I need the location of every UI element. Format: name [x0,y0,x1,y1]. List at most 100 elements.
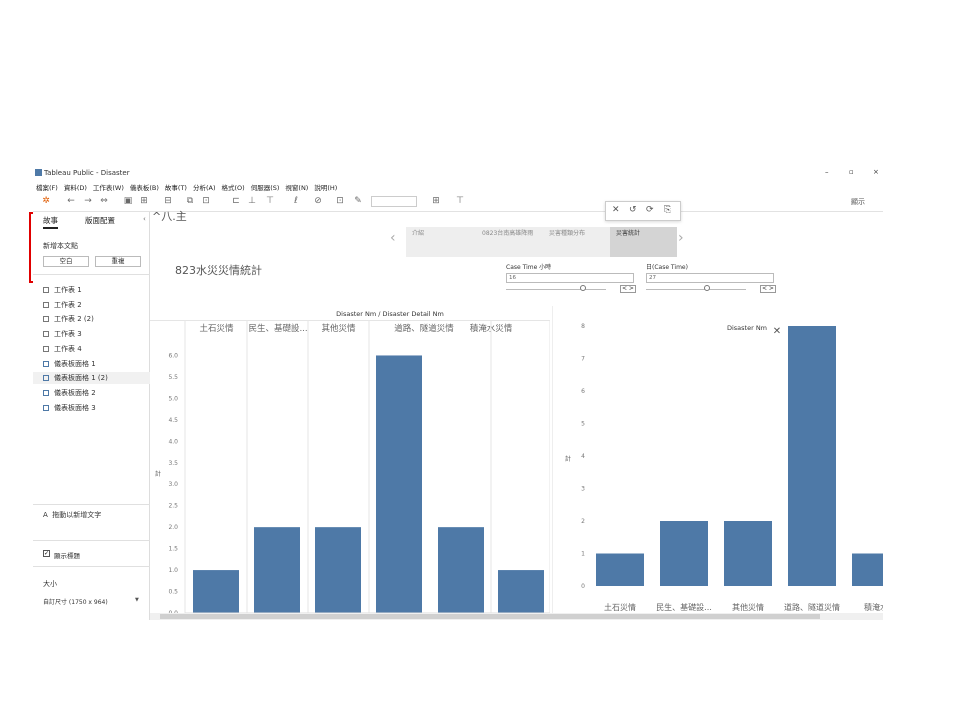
sheet-item-6[interactable]: 儀表板面格 1 (2) [33,372,150,385]
start-slider-stepper[interactable]: < > [620,285,636,293]
y-tick-label: 5.0 [168,395,178,402]
close-chart-icon: ✕ [773,326,781,337]
redo-icon[interactable]: → [83,196,93,206]
x-tick-label: 民生、基礎設... [656,602,712,612]
duplicate-button[interactable]: 重複 [95,256,141,267]
end-slider-thumb[interactable] [704,285,710,291]
story-point-3[interactable]: 災害統計 [610,227,677,257]
sheet-item-0[interactable]: 工作表 1 [43,284,82,296]
end-filter-input[interactable]: 27 [646,273,774,283]
side-tabs: 故事 版面配置 ‹ [33,212,150,229]
dashboard-icon [43,389,49,396]
y-tick-label: 3 [581,486,585,493]
group-icon[interactable]: ⊘ [313,196,323,206]
show-me-button[interactable]: 顯示 [851,197,865,207]
presentation-icon[interactable]: ⊤ [455,196,465,206]
blank-button[interactable]: 空白 [43,256,89,267]
start-slider-track[interactable] [506,289,606,290]
y-tick-label: 4.5 [168,417,178,424]
y-tick-label: 2.5 [168,503,178,510]
menu-item-4[interactable]: 故事(T) [165,184,187,192]
menu-item-0[interactable]: 檔案(F) [36,184,58,192]
duplicate-icon[interactable]: ⧉ [185,196,195,206]
horizontal-scrollbar[interactable] [150,613,883,620]
dashboard-icon [43,360,49,367]
chart-top-rule [150,320,550,321]
y-tick-label: 8 [581,323,585,330]
end-slider-stepper[interactable]: < > [760,285,776,293]
start-slider-thumb[interactable] [580,285,586,291]
story-point-1[interactable]: 0823台南高雄降雨 [476,227,543,257]
update-icon[interactable]: ⟳ [646,205,654,215]
swap-icon[interactable]: ⊏ [231,196,241,206]
size-select[interactable]: 自訂尺寸 (1750 x 964) [43,597,108,606]
tableau-icon[interactable]: ✲ [41,196,51,206]
menu-item-3[interactable]: 儀表板(B) [130,184,159,192]
dashboard-icon [43,404,49,411]
y-tick-label: 1 [581,551,585,558]
replay-icon[interactable]: ⇔ [99,196,109,206]
sheet-item-label: 工作表 2 (2) [54,315,94,324]
highlight-icon[interactable]: ℓ [291,196,301,206]
sheet-item-label: 儀表板面格 2 [54,388,96,397]
sheet-item-8[interactable]: 儀表板面格 3 [43,402,96,414]
pin-icon[interactable]: ✎ [353,196,363,206]
sheet-item-label: 儀表板面格 3 [54,403,96,412]
story-point-toolbar: ✕ ↺ ⟳ ⎘ [605,201,681,221]
show-title-checkbox[interactable]: ✓ [43,550,50,557]
new-story-point-label: 新增本文點 [43,242,78,250]
drag-text-item[interactable]: A 拖動以新增文字 [43,510,101,520]
delete-icon[interactable]: ✕ [612,205,620,215]
story-title-fragment: ^八.主 [152,210,187,223]
menu-item-1[interactable]: 資料(D) [64,184,87,192]
story-point-0[interactable]: 介紹 [406,227,476,257]
sheet-item-1[interactable]: 工作表 2 [43,299,82,311]
new-sheet-icon[interactable]: ⊟ [163,196,173,206]
show-title-label: 顯示標題 [54,552,80,560]
clear-icon[interactable]: ⊡ [201,196,211,206]
sheet-item-5[interactable]: 儀表板面格 1 [43,358,96,370]
save-icon[interactable]: ▣ [123,196,133,206]
tab-layout[interactable]: 版面配置 [85,215,115,226]
scrollbar-thumb[interactable] [160,614,820,619]
label-icon[interactable]: ⊡ [335,196,345,206]
sheet-item-7[interactable]: 儀表板面格 2 [43,387,96,399]
sheet-item-4[interactable]: 工作表 4 [43,343,82,355]
minimize-icon[interactable]: – [825,168,829,176]
menu-item-6[interactable]: 格式(O) [222,184,245,192]
end-slider-track[interactable] [646,289,746,290]
sheet-item-label: 工作表 2 [54,300,82,309]
y-tick-label: 2 [581,518,585,525]
menu-item-5[interactable]: 分析(A) [193,184,216,192]
collapse-icon[interactable]: ‹ [143,215,146,223]
next-point-icon[interactable]: › [678,230,684,246]
menu-item-9[interactable]: 說明(H) [314,184,337,192]
fit-select[interactable] [371,196,417,207]
menu-item-2[interactable]: 工作表(W) [93,184,124,192]
sheet-item-label: 工作表 4 [54,344,82,353]
new-datasource-icon[interactable]: ⊞ [139,196,149,206]
size-dropdown-icon[interactable]: ▼ [135,597,139,603]
start-filter-input[interactable]: 16 [506,273,634,283]
story-point-2[interactable]: 災害種類分布 [543,227,610,257]
show-cards-icon[interactable]: ⊞ [431,196,441,206]
sort-asc-icon[interactable]: ⊥ [247,196,257,206]
undo-icon[interactable]: ← [66,196,76,206]
worksheet-icon [43,316,49,323]
chart-disaster-nm: Disaster Nm ✕ 0 1 2 3 4 5 6 7 8 計土石災情 民生、基礎設... 其他災情 道… [552,306,883,620]
save-new-icon[interactable]: ⎘ [664,205,671,215]
maximize-icon[interactable]: ▫ [849,168,854,176]
tab-story[interactable]: 故事 [43,215,58,229]
menu-item-8[interactable]: 視窗(N) [285,184,308,192]
menu-item-7[interactable]: 伺服器(S) [251,184,280,192]
revert-icon[interactable]: ↺ [629,205,637,215]
sheet-item-2[interactable]: 工作表 2 (2) [43,313,94,325]
sort-desc-icon[interactable]: ⊤ [265,196,275,206]
worksheet-icon [43,287,49,293]
prev-point-icon[interactable]: ‹ [390,230,396,246]
sheet-item-3[interactable]: 工作表 3 [43,328,82,340]
x-tick-label: 土石災情 [604,602,636,612]
bar [498,570,544,613]
x-tick-label: 道路、隧道災情 [784,602,840,612]
close-window-icon[interactable]: × [873,168,879,176]
